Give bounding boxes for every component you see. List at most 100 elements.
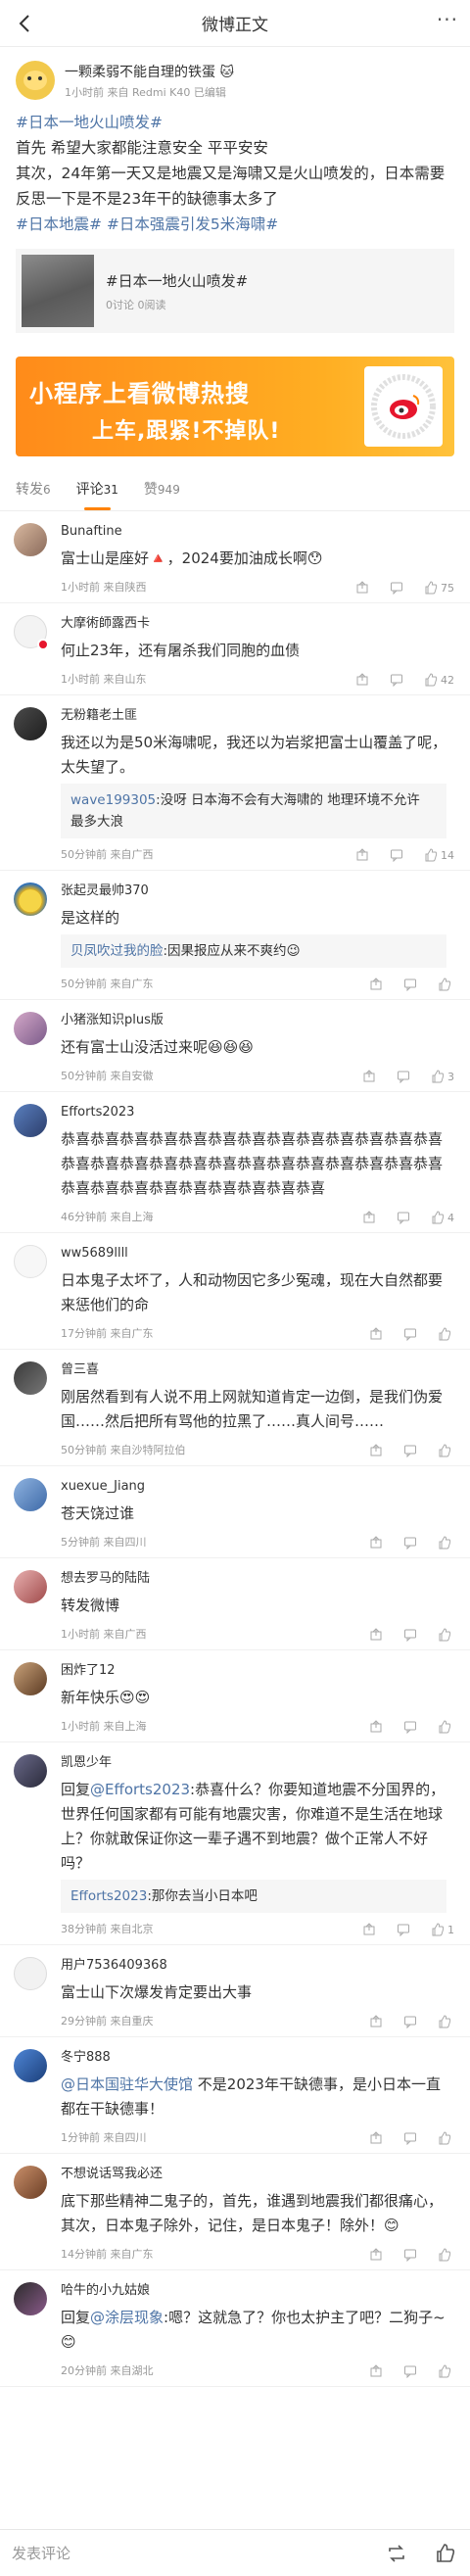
share-icon[interactable] xyxy=(369,1327,383,1341)
share-icon[interactable] xyxy=(355,581,369,595)
reply-username[interactable]: wave199305 xyxy=(70,792,156,808)
commenter-name[interactable]: 不想说话骂我必还 xyxy=(61,2166,454,2183)
commenter-name[interactable]: 曾三喜 xyxy=(61,1361,454,1379)
like-icon[interactable] xyxy=(431,1070,445,1083)
commenter-name[interactable]: 张起灵最帅370 xyxy=(61,883,454,900)
commenter-avatar[interactable] xyxy=(14,1478,47,1511)
commenter-name[interactable]: Bunaftine xyxy=(61,523,454,541)
comment-input[interactable]: 发表评论 xyxy=(12,2543,372,2563)
topic-link[interactable]: #日本强震引发5米海啸# xyxy=(107,215,278,233)
like-icon[interactable] xyxy=(431,1211,445,1224)
topic-link[interactable]: #日本地震# xyxy=(16,215,102,233)
share-icon[interactable] xyxy=(369,2131,383,2145)
commenter-avatar[interactable] xyxy=(14,883,47,916)
comment-icon[interactable] xyxy=(390,581,403,595)
mention-link[interactable]: @Efforts2023 xyxy=(90,1781,190,1798)
comment-icon[interactable] xyxy=(403,1327,417,1341)
commenter-name[interactable]: 冬宁888 xyxy=(61,2049,454,2067)
like-icon[interactable] xyxy=(438,1628,451,1642)
like-icon[interactable] xyxy=(424,848,438,862)
reply-username[interactable]: Efforts2023 xyxy=(70,1888,147,1904)
comment-icon[interactable] xyxy=(397,1070,410,1083)
commenter-avatar[interactable] xyxy=(14,2166,47,2199)
comment-icon[interactable] xyxy=(403,2131,417,2145)
share-icon[interactable] xyxy=(362,1923,376,1936)
comment-icon[interactable] xyxy=(403,1536,417,1550)
share-icon[interactable] xyxy=(369,1720,383,1734)
share-icon[interactable] xyxy=(369,1444,383,1457)
like-icon[interactable] xyxy=(438,2364,451,2378)
author-name[interactable]: 一颗柔弱不能自理的铁蛋 🐱 xyxy=(65,62,234,81)
commenter-avatar[interactable] xyxy=(14,707,47,740)
like-icon[interactable] xyxy=(438,2248,451,2262)
sub-reply[interactable]: wave199305:没呀 日本海不会有大海啸的 地理环境不允许 最多大浪 xyxy=(61,784,446,838)
like-icon[interactable] xyxy=(435,2543,456,2564)
share-icon[interactable] xyxy=(369,2248,383,2262)
commenter-avatar[interactable] xyxy=(14,1104,47,1137)
commenter-name[interactable]: 想去罗马的陆陆 xyxy=(61,1570,454,1588)
tab-comments[interactable]: 评论31 xyxy=(76,479,118,510)
commenter-avatar[interactable] xyxy=(14,1570,47,1603)
comment-icon[interactable] xyxy=(397,1211,410,1224)
like-icon[interactable] xyxy=(438,2015,451,2028)
commenter-name[interactable]: 小猪涨知识plus版 xyxy=(61,1012,454,1029)
commenter-avatar[interactable] xyxy=(14,1012,47,1045)
tab-likes[interactable]: 赞949 xyxy=(144,479,180,499)
like-icon[interactable] xyxy=(438,1536,451,1550)
comment-icon[interactable] xyxy=(403,1628,417,1642)
commenter-avatar[interactable] xyxy=(14,2282,47,2315)
comment-icon[interactable] xyxy=(390,848,403,862)
share-icon[interactable] xyxy=(369,978,383,991)
author-avatar[interactable] xyxy=(16,61,55,100)
comment-icon[interactable] xyxy=(403,2364,417,2378)
mention-link[interactable]: @日本国驻华大使馆 xyxy=(61,2075,193,2093)
commenter-name[interactable]: 凯恩少年 xyxy=(61,1754,454,1772)
commenter-avatar[interactable] xyxy=(14,523,47,556)
reply-username[interactable]: 贝凤吹过我的脸 xyxy=(70,943,164,959)
commenter-name[interactable]: 大摩術師露西卡 xyxy=(61,615,454,633)
sub-reply[interactable]: 贝凤吹过我的脸:因果报应从来不爽约😉 xyxy=(61,934,446,968)
like-icon[interactable] xyxy=(431,1923,445,1936)
more-icon[interactable]: ··· xyxy=(437,8,458,31)
like-icon[interactable] xyxy=(424,581,438,595)
comment-icon[interactable] xyxy=(403,1720,417,1734)
comment-icon[interactable] xyxy=(403,978,417,991)
like-icon[interactable] xyxy=(438,978,451,991)
topic-link[interactable]: #日本一地火山喷发# xyxy=(16,114,163,131)
commenter-name[interactable]: 哈牛的小九姑娘 xyxy=(61,2282,454,2300)
repost-icon[interactable] xyxy=(386,2543,407,2564)
share-icon[interactable] xyxy=(362,1070,376,1083)
mini-program-banner[interactable]: 小程序上看微博热搜 上车,跟紧!不掉队! xyxy=(16,357,454,456)
like-icon[interactable] xyxy=(424,673,438,687)
commenter-name[interactable]: ww5689llll xyxy=(61,1245,454,1263)
commenter-avatar[interactable] xyxy=(14,1245,47,1278)
mention-link[interactable]: @涂层现象 xyxy=(90,2309,164,2326)
commenter-avatar[interactable] xyxy=(14,1662,47,1695)
commenter-name[interactable]: xuexue_Jiang xyxy=(61,1478,454,1496)
like-icon[interactable] xyxy=(438,1327,451,1341)
comment-icon[interactable] xyxy=(390,673,403,687)
share-icon[interactable] xyxy=(355,848,369,862)
comment-icon[interactable] xyxy=(397,1923,410,1936)
topic-card[interactable]: #日本一地火山喷发# 0讨论 0阅读 xyxy=(16,249,454,333)
comment-icon[interactable] xyxy=(403,1444,417,1457)
share-icon[interactable] xyxy=(355,673,369,687)
commenter-name[interactable]: 无粉籍老土匪 xyxy=(61,707,454,725)
like-icon[interactable] xyxy=(438,1720,451,1734)
like-icon[interactable] xyxy=(438,1444,451,1457)
commenter-avatar[interactable] xyxy=(14,1361,47,1395)
like-icon[interactable] xyxy=(438,2131,451,2145)
comment-icon[interactable] xyxy=(403,2015,417,2028)
share-icon[interactable] xyxy=(369,2364,383,2378)
commenter-name[interactable]: 困炸了12 xyxy=(61,1662,454,1680)
share-icon[interactable] xyxy=(369,2015,383,2028)
commenter-avatar[interactable] xyxy=(14,1957,47,1990)
commenter-avatar[interactable] xyxy=(14,1754,47,1788)
tab-reposts[interactable]: 转发6 xyxy=(16,479,51,499)
commenter-name[interactable]: Efforts2023 xyxy=(61,1104,454,1121)
comment-icon[interactable] xyxy=(403,2248,417,2262)
share-icon[interactable] xyxy=(369,1628,383,1642)
share-icon[interactable] xyxy=(362,1211,376,1224)
sub-reply[interactable]: Efforts2023:那你去当小日本吧 xyxy=(61,1880,446,1913)
commenter-avatar[interactable] xyxy=(14,2049,47,2082)
